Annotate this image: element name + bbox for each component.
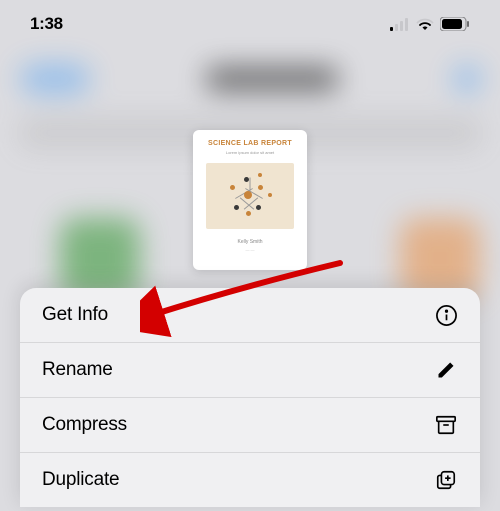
menu-item-compress[interactable]: Compress [20,398,480,453]
document-subtitle: Lorem ipsum dolor sit amet [226,150,274,155]
menu-item-get-info[interactable]: Get Info [20,288,480,343]
menu-item-label: Rename [42,359,113,381]
wifi-icon [416,18,434,31]
menu-item-label: Duplicate [42,469,119,491]
context-menu: Get Info Rename Compress Duplicate [20,288,480,507]
menu-item-duplicate[interactable]: Duplicate [20,453,480,507]
status-bar: 1:38 [0,0,500,48]
archivebox-icon [434,413,458,437]
document-footer-line: — — [245,247,254,252]
document-title: SCIENCE LAB REPORT [208,140,292,147]
document-thumbnail[interactable]: SCIENCE LAB REPORT Lorem ipsum dolor sit… [193,130,307,270]
menu-item-rename[interactable]: Rename [20,343,480,398]
document-cover-image [206,163,294,229]
status-icons-group [390,17,470,31]
menu-item-label: Compress [42,414,127,436]
status-time: 1:38 [30,14,63,34]
info-circle-icon [434,303,458,327]
menu-item-label: Get Info [42,304,108,326]
cellular-signal-icon [390,18,410,31]
document-author: Kelly Smith [237,239,262,245]
battery-icon [440,17,470,31]
pencil-icon [434,358,458,382]
plus-on-square-icon [434,468,458,492]
